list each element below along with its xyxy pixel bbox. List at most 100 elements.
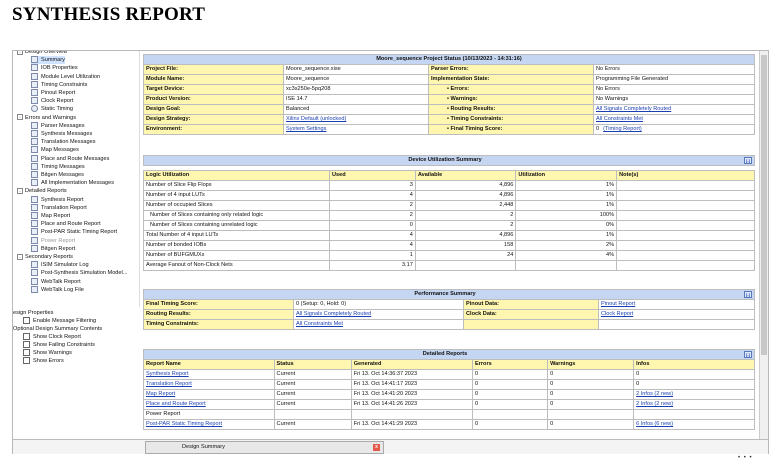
performance-value[interactable]: Pinout Report <box>598 299 755 310</box>
bullet-icon: • <box>447 106 451 112</box>
tree-item-1[interactable]: Summary <box>31 56 65 65</box>
tree-item-18[interactable]: Synthesis Report <box>31 195 84 204</box>
tree-item-10[interactable]: Synthesis Messages <box>31 130 92 138</box>
report-infos: 0 <box>633 379 755 390</box>
tree-item-13[interactable]: Place and Route Messages <box>31 154 109 163</box>
document-icon <box>31 162 38 170</box>
collapse-toggle-icon[interactable]: - <box>17 51 23 55</box>
tree-item-23[interactable]: Power Report <box>31 236 75 245</box>
report-name-text[interactable]: Place and Route Report <box>146 401 206 407</box>
summary-option[interactable]: Show Errors <box>23 357 64 365</box>
tree-item-3[interactable]: Module Level Utilization <box>31 72 100 81</box>
report-name[interactable]: Place and Route Report <box>143 399 275 410</box>
summary-option[interactable]: Show Clock Report <box>23 333 81 341</box>
report-infos-text[interactable]: 2 Infos (2 new) <box>636 391 673 397</box>
tree-item-2[interactable]: IOB Properties <box>31 64 78 72</box>
status-value[interactable]: Xilinx Default (unlocked) <box>283 114 429 125</box>
report-name-text[interactable]: Translation Report <box>146 381 192 387</box>
option-checkbox[interactable] <box>23 341 30 349</box>
tree-item-16[interactable]: All Implementation Messages <box>31 179 114 187</box>
report-infos-text[interactable]: 6 Infos (6 new) <box>636 421 673 427</box>
performance-value[interactable]: All Constraints Met <box>293 319 464 330</box>
summary-option[interactable]: Show Warnings <box>23 349 72 357</box>
scrollbar-thumb[interactable] <box>761 55 767 355</box>
tree-item-8[interactable]: - Errors and Warnings <box>17 114 76 122</box>
performance-value-text[interactable]: All Constraints Met <box>296 321 343 327</box>
tree-item-label: WebTalk Report <box>41 278 81 285</box>
performance-value[interactable]: All Signals Completely Routed <box>293 309 464 320</box>
enable-filtering-checkbox[interactable] <box>23 317 30 325</box>
tree-item-5[interactable]: Pinout Report <box>31 89 75 97</box>
collapse-button[interactable]: [-] <box>744 351 752 358</box>
status-row: Design Strategy: Xilinx Default (unlocked… <box>143 114 755 125</box>
tree-item-29[interactable]: WebTalk Log File <box>31 285 84 294</box>
tree-item-25[interactable]: - Secondary Reports <box>17 253 73 261</box>
report-name-text[interactable]: Map Report <box>146 391 175 397</box>
report-infos-text[interactable]: 2 Infos (2 new) <box>636 401 673 407</box>
tree-item-7[interactable]: Static Timing <box>31 105 73 113</box>
tree-item-24[interactable]: Bitgen Report <box>31 244 75 253</box>
status-label: • Final Timing Score: <box>428 124 594 135</box>
tree-item-4[interactable]: Timing Constraints <box>31 80 87 89</box>
option-checkbox[interactable] <box>23 349 30 357</box>
report-infos[interactable]: 6 Infos (6 new) <box>633 419 755 430</box>
detailed-reports-table: Detailed Reports [-] Report Name Status Gene… <box>143 349 755 430</box>
status-value[interactable]: System Settings <box>283 124 429 135</box>
tree-item-22[interactable]: Post-PAR Static Timing Report <box>31 228 117 236</box>
option-checkbox[interactable] <box>23 357 30 365</box>
tree-item-11[interactable]: Translation Messages <box>31 138 96 146</box>
tree-item-17[interactable]: - Detailed Reports <box>17 187 67 195</box>
close-icon[interactable]: x <box>373 444 380 451</box>
collapse-toggle-icon[interactable]: - <box>17 187 23 194</box>
clock-icon <box>31 105 38 113</box>
status-label: Module Name: <box>143 74 284 85</box>
document-icon <box>31 203 38 211</box>
performance-value[interactable]: Clock Report <box>598 309 755 320</box>
summary-option[interactable]: Show Failing Constraints <box>23 341 95 349</box>
status-value-text[interactable]: System Settings <box>286 126 326 132</box>
enable-filtering-option[interactable]: Enable Message Filtering <box>23 317 96 325</box>
tree-item-15[interactable]: Bitgen Messages <box>31 171 84 179</box>
available-value: 4,896 <box>414 190 517 201</box>
tree-item-20[interactable]: Map Report <box>31 212 70 220</box>
status-value-text[interactable]: All Signals Completely Routed <box>596 106 671 112</box>
tree-item-label: Post-PAR Static Timing Report <box>41 229 118 236</box>
tree-item-14[interactable]: Timing Messages <box>31 162 85 171</box>
vertical-scrollbar[interactable] <box>759 51 768 439</box>
tree-item-label: ISIM Simulator Log <box>41 262 89 269</box>
tree-item-21[interactable]: Place and Route Report <box>31 220 101 228</box>
status-value-text[interactable]: Xilinx Default (unlocked) <box>286 116 346 122</box>
collapse-toggle-icon[interactable]: - <box>17 253 23 260</box>
collapse-toggle-icon[interactable]: - <box>17 114 23 121</box>
performance-value-text[interactable]: All Signals Completely Routed <box>296 311 371 317</box>
used-value: 3 <box>329 180 416 191</box>
option-checkbox[interactable] <box>23 333 30 341</box>
report-infos[interactable]: 2 Infos (2 new) <box>633 399 755 410</box>
tree-item-27[interactable]: Post-Synthesis Simulation Model... <box>31 269 127 277</box>
collapse-button[interactable]: [-] <box>744 291 752 298</box>
document-icon <box>31 80 38 88</box>
performance-link[interactable]: Pinout Report <box>601 301 635 307</box>
tree-item-19[interactable]: Translation Report <box>31 203 87 212</box>
report-name-text[interactable]: Synthesis Report <box>146 371 189 377</box>
report-name-text[interactable]: Post-PAR Static Timing Report <box>146 421 222 427</box>
report-name[interactable]: Synthesis Report <box>143 369 275 380</box>
collapse-button[interactable]: [-] <box>744 157 752 164</box>
status-value[interactable]: All Signals Completely Routed <box>593 104 755 115</box>
report-infos[interactable]: 2 Infos (2 new) <box>633 389 755 400</box>
report-name[interactable]: Map Report <box>143 389 275 400</box>
tree-item-28[interactable]: WebTalk Report <box>31 277 81 286</box>
tree-item-6[interactable]: Clock Report <box>31 97 73 105</box>
report-name[interactable]: Translation Report <box>143 379 275 390</box>
tab-design-summary[interactable]: Design Summary x <box>145 441 384 454</box>
status-value[interactable]: All Constraints Met <box>593 114 755 125</box>
timing-report-link[interactable]: (Timing Report) <box>603 126 642 132</box>
performance-link[interactable]: Clock Report <box>601 311 633 317</box>
notes-value <box>616 230 755 241</box>
tree-item-9[interactable]: Parser Messages <box>31 121 85 130</box>
report-name[interactable]: Post-PAR Static Timing Report <box>143 419 275 430</box>
status-value-text[interactable]: All Constraints Met <box>596 116 643 122</box>
used-value: 2 <box>329 210 416 221</box>
tree-item-26[interactable]: ISIM Simulator Log <box>31 261 89 269</box>
tree-item-12[interactable]: Map Messages <box>31 146 79 154</box>
